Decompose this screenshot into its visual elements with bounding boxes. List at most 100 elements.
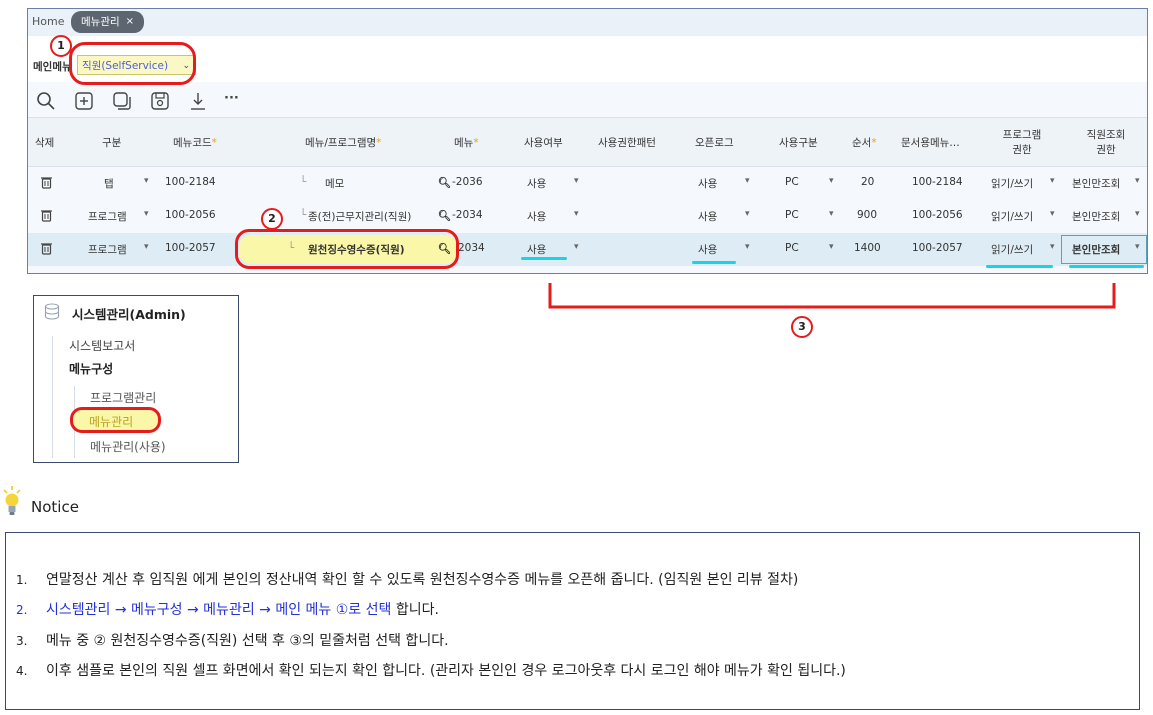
row-code: 100-2056 xyxy=(165,209,216,221)
chevron-down-icon[interactable]: ▾ xyxy=(1050,242,1055,252)
search-icon[interactable] xyxy=(36,91,56,111)
sidebar-item-menu-management-use[interactable]: 메뉴관리(사용) xyxy=(90,438,166,455)
col-delete: 삭제 xyxy=(35,137,55,149)
bracket-3 xyxy=(548,283,1116,309)
col-menu-program-name: 메뉴/프로그램명* xyxy=(305,137,382,149)
chevron-down-icon[interactable]: ▾ xyxy=(829,242,834,252)
col-permission-pattern: 사용권한패턴 xyxy=(598,137,656,149)
notice-line-1: 1. 연말정산 계산 후 임직원 에게 본인의 정산내역 확인 할 수 있도록 원… xyxy=(16,569,798,589)
tab-label: 메뉴관리 xyxy=(81,16,120,28)
row-type: 탭 xyxy=(104,178,114,190)
chevron-down-icon[interactable]: ▾ xyxy=(144,176,149,186)
row-open-log: 사용 xyxy=(698,211,718,223)
close-icon[interactable]: × xyxy=(126,11,134,33)
download-icon[interactable] xyxy=(188,91,208,111)
col-use: 사용여부 xyxy=(524,137,563,149)
sidebar-item-system-report[interactable]: 시스템보고서 xyxy=(69,337,135,354)
tree-branch: └ xyxy=(300,176,307,188)
sidebar-item-menu-management-label: 메뉴관리 xyxy=(89,415,134,429)
col-type: 구분 xyxy=(102,137,122,149)
save-icon[interactable] xyxy=(150,91,170,111)
tree-line xyxy=(52,336,53,458)
sidebar-menu-tree: 시스템관리(Admin) 시스템보고서 메뉴구성 프로그램관리 메뉴관리 메뉴관… xyxy=(33,295,239,463)
main-menu-label: 메인메뉴 xyxy=(33,61,72,73)
lightbulb-icon xyxy=(3,486,21,515)
chevron-down-icon[interactable]: ▾ xyxy=(574,209,579,219)
chevron-down-icon[interactable]: ▾ xyxy=(1135,176,1140,186)
notice-box: 1. 연말정산 계산 후 임직원 에게 본인의 정산내역 확인 할 수 있도록 원… xyxy=(5,532,1140,710)
sidebar-item-menu-management[interactable]: 메뉴관리 xyxy=(70,407,161,433)
database-icon xyxy=(44,303,60,320)
notice-number: 2. xyxy=(16,603,28,617)
table-row[interactable]: 탭 ▾ 100-2184 └ 메모 🔍︎ -2036 사용 ▾ 사용 ▾ PC … xyxy=(28,167,1147,200)
copy-icon[interactable] xyxy=(112,91,132,111)
underline-staff-view xyxy=(1069,265,1144,268)
col-program-permission: 프로그램 권한 xyxy=(1002,129,1042,156)
table-row[interactable]: 프로그램 ▾ 100-2056 └ 종(전)근무지관리(직원) 🔍︎ -2034… xyxy=(28,200,1147,233)
col-order: 순서* xyxy=(852,137,877,149)
notice-title: Notice xyxy=(31,498,79,516)
callout-box-2 xyxy=(235,229,459,269)
chevron-down-icon[interactable]: ▾ xyxy=(1135,242,1140,252)
more-icon[interactable]: ··· xyxy=(224,91,239,106)
callout-number-1: 1 xyxy=(50,35,72,57)
notice-line-2: 2. 시스템관리 → 메뉴구성 → 메뉴관리 → 메인 메뉴 ①로 선택 합니다. xyxy=(16,599,439,619)
notice-text: 메뉴 중 ② 원천징수영수증(직원) 선택 후 ③의 밑줄처럼 선택 합니다. xyxy=(46,633,449,649)
row-menu: -2034 xyxy=(452,209,483,221)
row-order: 900 xyxy=(857,209,878,221)
chevron-down-icon[interactable]: ▾ xyxy=(574,242,579,252)
chevron-down-icon[interactable]: ▾ xyxy=(1050,209,1055,219)
row-order: 1400 xyxy=(854,242,881,254)
row-open-log: 사용 xyxy=(698,178,718,190)
col-menu: 메뉴* xyxy=(454,137,479,149)
sidebar-title[interactable]: 시스템관리(Admin) xyxy=(72,304,186,323)
sidebar-item-menu-config[interactable]: 메뉴구성 xyxy=(69,360,113,377)
table-row-selected[interactable]: 프로그램 ▾ 100-2057 └ 원천징수영수증(직원) 🔍︎ 2034 사용… xyxy=(28,233,1147,266)
search-icon[interactable]: 🔍︎ xyxy=(438,209,451,222)
trash-icon[interactable] xyxy=(41,209,52,222)
row-permission: 읽기/쓰기 xyxy=(991,178,1034,190)
row-code: 100-2057 xyxy=(165,242,216,254)
notice-text: 합니다. xyxy=(391,602,439,618)
row-menu: 2034 xyxy=(458,242,485,254)
callout-box-1 xyxy=(69,42,196,85)
trash-icon[interactable] xyxy=(41,176,52,189)
notice-number: 4. xyxy=(16,664,28,678)
row-use: 사용 xyxy=(527,244,547,256)
tree-branch: └ xyxy=(300,209,307,221)
sidebar-item-program-management[interactable]: 프로그램관리 xyxy=(90,389,156,406)
chevron-down-icon[interactable]: ▾ xyxy=(144,242,149,252)
home-link[interactable]: Home xyxy=(32,15,64,28)
col-doc-menu: 문서용메뉴… xyxy=(901,137,960,149)
row-name: 메모 xyxy=(325,178,345,190)
chevron-down-icon[interactable]: ▾ xyxy=(1135,209,1140,219)
col-usage: 사용구분 xyxy=(779,137,818,149)
chevron-down-icon[interactable]: ▾ xyxy=(745,176,750,186)
row-staff-view: 본인만조회 xyxy=(1072,211,1121,223)
row-usage: PC xyxy=(785,176,799,188)
add-icon[interactable] xyxy=(74,91,94,111)
chevron-down-icon[interactable]: ▾ xyxy=(1050,176,1055,186)
search-icon[interactable]: 🔍︎ xyxy=(438,176,451,189)
row-staff-view: 본인만조회 xyxy=(1072,244,1121,256)
row-doc-menu: 100-2057 xyxy=(912,242,963,254)
callout-number-3: 3 xyxy=(791,316,813,338)
menu-management-window: Home 메뉴관리 × 메인메뉴 직원(SelfService) ⌄ ··· 삭… xyxy=(27,8,1148,274)
chevron-down-icon[interactable]: ▾ xyxy=(829,176,834,186)
row-permission: 읽기/쓰기 xyxy=(991,211,1034,223)
tab-menu-management[interactable]: 메뉴관리 × xyxy=(71,11,144,33)
chevron-down-icon[interactable]: ▾ xyxy=(574,176,579,186)
trash-icon[interactable] xyxy=(41,242,52,255)
notice-line-4: 4. 이후 샘플로 본인의 직원 셀프 화면에서 확인 되는지 확인 합니다. (… xyxy=(16,660,846,680)
row-use: 사용 xyxy=(527,211,547,223)
row-permission: 읽기/쓰기 xyxy=(991,244,1034,256)
chevron-down-icon[interactable]: ▾ xyxy=(745,242,750,252)
notice-line-3: 3. 메뉴 중 ② 원천징수영수증(직원) 선택 후 ③의 밑줄처럼 선택 합니다… xyxy=(16,630,449,650)
notice-number: 3. xyxy=(16,634,28,648)
chevron-down-icon[interactable]: ▾ xyxy=(829,209,834,219)
chevron-down-icon[interactable]: ▾ xyxy=(144,209,149,219)
row-type: 프로그램 xyxy=(88,211,127,223)
chevron-down-icon[interactable]: ▾ xyxy=(745,209,750,219)
row-open-log: 사용 xyxy=(698,244,718,256)
underline-open-log xyxy=(692,261,736,264)
